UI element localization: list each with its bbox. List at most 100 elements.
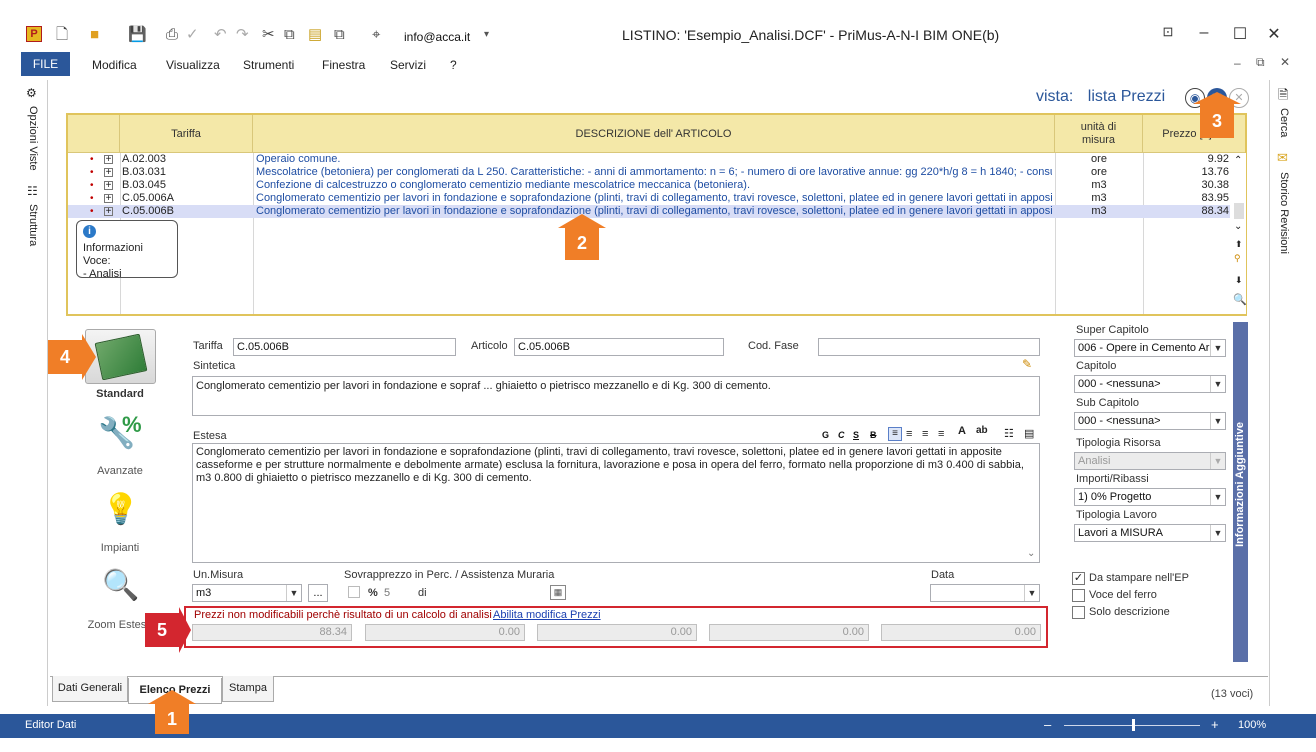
tipologia-risorsa-combo[interactable]: Analisi ▼ xyxy=(1074,452,1226,470)
impianti-mode-label[interactable]: Impianti xyxy=(80,542,160,554)
mdi-close-icon[interactable]: ✕ xyxy=(1280,55,1290,69)
opzioni-viste-tab[interactable]: Opzioni Viste xyxy=(27,106,39,171)
file-menu-button[interactable]: FILE xyxy=(21,52,70,76)
expand-icon[interactable]: + xyxy=(104,155,113,164)
avanzate-icon[interactable]: 🔧 % xyxy=(94,412,146,458)
struttura-tab[interactable]: Struttura xyxy=(27,204,39,246)
chevron-down-icon[interactable]: ▼ xyxy=(1210,413,1225,429)
zoom-out-icon[interactable]: – xyxy=(1044,717,1051,732)
unmisura-combo[interactable]: m3 ▼ xyxy=(192,584,302,602)
sub-capitolo-combo[interactable]: 000 - <nessuna> ▼ xyxy=(1074,412,1226,430)
list-edit-icon[interactable]: ☷ xyxy=(1004,427,1014,440)
voce-ferro-checkbox[interactable] xyxy=(1072,589,1085,602)
zoom-estesa-icon[interactable]: 🔍 xyxy=(94,564,146,610)
scroll-down-icon[interactable]: ⌄ xyxy=(1234,221,1242,232)
header-tariffa[interactable]: Tariffa xyxy=(120,115,253,153)
open-folder-icon[interactable]: ■ xyxy=(90,26,99,44)
font-color-icon[interactable]: A xyxy=(958,425,966,437)
mdi-minimize-icon[interactable]: – xyxy=(1234,56,1241,70)
menu-finestra[interactable]: Finestra xyxy=(322,58,365,72)
cut-icon[interactable]: ✂ xyxy=(262,26,275,44)
sintetica-textarea[interactable]: Conglomerato cementizio per lavori in fo… xyxy=(192,376,1040,416)
codfase-input[interactable] xyxy=(818,338,1040,356)
copy-icon[interactable]: ⧉ xyxy=(284,26,295,44)
cerca-icon[interactable]: 🗎 xyxy=(1278,86,1288,108)
data-combo[interactable]: ▼ xyxy=(930,584,1040,602)
align-right-icon[interactable]: ≡ xyxy=(922,428,928,440)
move-up-icon[interactable]: ⬆ xyxy=(1235,239,1243,250)
italic-button[interactable]: C xyxy=(838,430,845,440)
table-row[interactable]: • + B.03.045 Confezione di calcestruzzo o c… xyxy=(68,179,1230,192)
perc-value[interactable]: 5 xyxy=(384,587,390,599)
estesa-textarea[interactable]: Conglomerato cementizio per lavori in fo… xyxy=(192,443,1040,563)
chevron-down-icon[interactable]: ▼ xyxy=(1024,585,1039,601)
prezzo-4-input[interactable]: 0.00 xyxy=(709,624,869,641)
tariffa-input[interactable]: C.05.006B xyxy=(233,338,456,356)
strike-button[interactable]: B xyxy=(870,430,877,440)
chevron-down-icon[interactable]: ▼ xyxy=(1210,340,1225,356)
unmisura-ellipsis-button[interactable]: ... xyxy=(308,584,328,602)
articolo-input[interactable]: C.05.006B xyxy=(514,338,724,356)
ribbon-display-icon[interactable]: ⊡ xyxy=(1158,24,1178,40)
sort-icon[interactable]: ⚲ xyxy=(1234,253,1241,264)
mdi-restore-icon[interactable]: ⧉ xyxy=(1256,55,1265,70)
header-unita[interactable]: unità di misura xyxy=(1055,115,1143,153)
expand-icon[interactable]: + xyxy=(104,181,113,190)
paste-icon[interactable]: ▤ xyxy=(308,26,322,44)
maximize-icon[interactable]: ☐ xyxy=(1230,24,1250,44)
super-capitolo-combo[interactable]: 006 - Opere in Cemento Ar ▼ xyxy=(1074,339,1226,357)
minimize-icon[interactable]: – xyxy=(1194,24,1214,42)
zoom-slider-thumb[interactable] xyxy=(1132,719,1135,731)
table-row[interactable]: • + B.03.031 Mescolatrice (betoniera) per c… xyxy=(68,166,1230,179)
align-left-icon[interactable]: ≡ xyxy=(888,427,902,441)
bold-button[interactable]: G xyxy=(822,430,829,440)
chevron-down-icon[interactable]: ▼ xyxy=(1210,453,1225,469)
menu-servizi[interactable]: Servizi xyxy=(390,58,426,72)
paste-special-icon[interactable]: ⧉ xyxy=(334,26,345,44)
menu-strumenti[interactable]: Strumenti xyxy=(243,58,294,72)
mouse-icon[interactable]: ⌖ xyxy=(372,26,380,44)
chevron-down-icon[interactable]: ▼ xyxy=(1210,525,1225,541)
scroll-up-icon[interactable]: ⌃ xyxy=(1234,155,1242,166)
app-logo-icon[interactable]: P xyxy=(26,26,42,42)
struttura-icon[interactable]: ☷ xyxy=(27,184,38,198)
header-descrizione[interactable]: DESCRIZIONE dell' ARTICOLO xyxy=(253,115,1055,153)
opzioni-viste-icon[interactable]: ⚙ xyxy=(26,86,37,100)
prezzo-5-input[interactable]: 0.00 xyxy=(881,624,1041,641)
zoom-icon[interactable]: 🔍 xyxy=(1233,293,1247,306)
spellcheck-icon[interactable]: ✓ xyxy=(186,26,199,44)
move-down-icon[interactable]: ⬇ xyxy=(1235,275,1243,286)
informazioni-aggiuntive-panel-tab[interactable]: Informazioni Aggiuntive xyxy=(1233,322,1248,662)
chevron-down-icon[interactable]: ▼ xyxy=(1210,376,1225,392)
chevron-down-icon[interactable]: ▼ xyxy=(1210,489,1225,505)
close-icon[interactable]: ✕ xyxy=(1264,24,1284,44)
table-row[interactable]: • + C.05.006B Conglomerato cementizio per l… xyxy=(68,205,1230,218)
menu-help[interactable]: ? xyxy=(450,58,457,72)
chevron-down-icon[interactable]: ▼ xyxy=(286,585,301,601)
impianti-icon[interactable]: 💡 xyxy=(94,488,146,534)
calculator-icon[interactable]: ▦ xyxy=(550,585,566,600)
importi-combo[interactable]: 1) 0% Progetto ▼ xyxy=(1074,488,1226,506)
underline-button[interactable]: S xyxy=(853,430,859,440)
prezzo-1-input[interactable]: 88.34 xyxy=(192,624,352,641)
spell-icon[interactable]: ab xyxy=(976,425,988,436)
expand-icon[interactable]: + xyxy=(104,207,113,216)
magic-wand-icon[interactable]: ✎ xyxy=(1022,357,1032,371)
redo-icon[interactable]: ↷ xyxy=(236,26,249,44)
undo-icon[interactable]: ↶ xyxy=(214,26,227,44)
avanzate-mode-label[interactable]: Avanzate xyxy=(80,465,160,477)
menu-visualizza[interactable]: Visualizza xyxy=(166,58,220,72)
solo-descrizione-checkbox[interactable] xyxy=(1072,606,1085,619)
prezzo-2-input[interactable]: 0.00 xyxy=(365,624,525,641)
email-label[interactable]: info@acca.it xyxy=(404,30,470,44)
print-icon[interactable]: ⎙ xyxy=(166,26,178,44)
prezzo-3-input[interactable]: 0.00 xyxy=(537,624,697,641)
tab-stampa[interactable]: Stampa xyxy=(222,676,274,702)
da-stampare-checkbox[interactable]: ✓ xyxy=(1072,572,1085,585)
save-icon[interactable]: 💾 xyxy=(128,26,147,44)
capitolo-combo[interactable]: 000 - <nessuna> ▼ xyxy=(1074,375,1226,393)
align-center-icon[interactable]: ≡ xyxy=(906,428,912,440)
quick-access-dropdown-icon[interactable]: ▾ xyxy=(484,29,489,40)
menu-modifica[interactable]: Modifica xyxy=(92,58,137,72)
grid-scrollbar[interactable]: ⌃ ⌄ ⬆ ⚲ ⬇ 🔍 xyxy=(1232,153,1247,314)
